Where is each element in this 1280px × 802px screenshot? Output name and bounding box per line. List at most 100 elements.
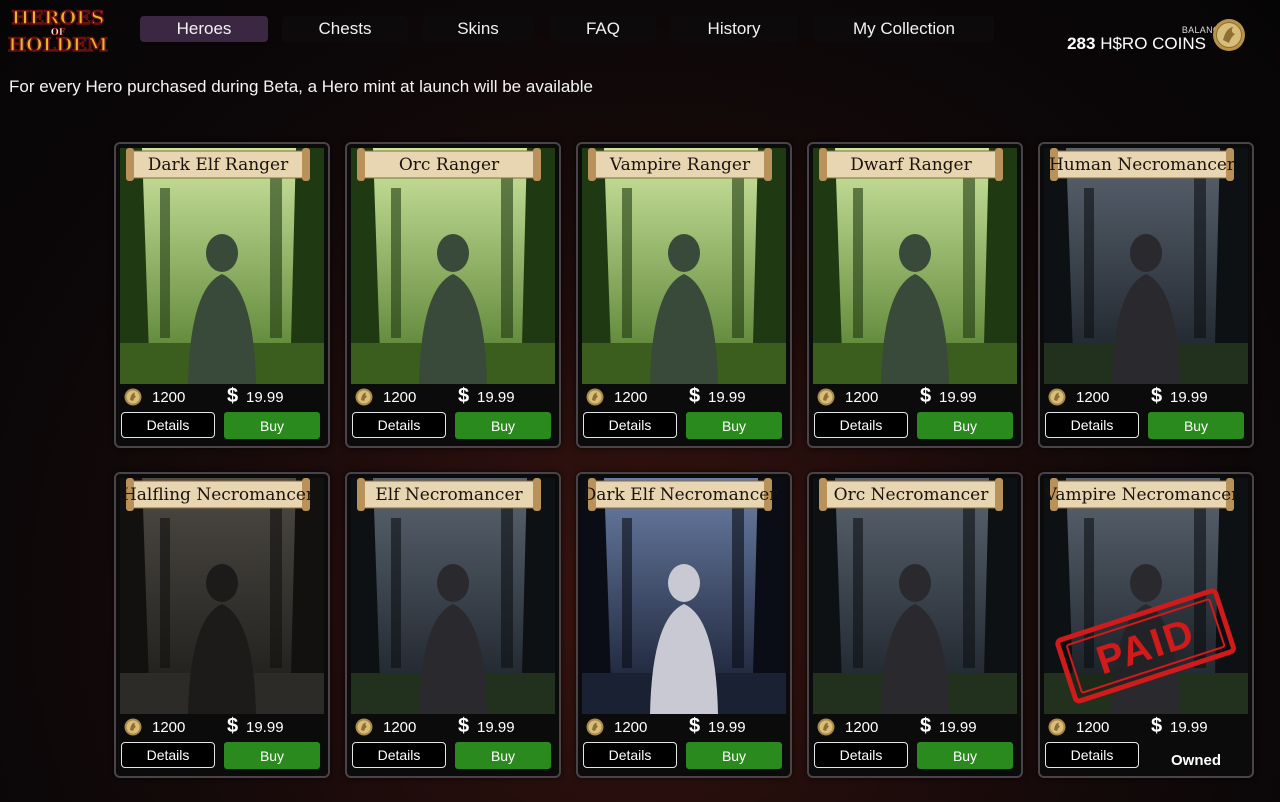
hero-name: Dark Elf Necromancer (582, 484, 778, 505)
tab-heroes[interactable]: Heroes (140, 16, 268, 42)
tab-skins[interactable]: Skins (423, 16, 533, 42)
hero-card: Vampire Ranger 1200 $ 19.99 Details Buy (576, 142, 792, 448)
hero-card: Dark Elf Ranger 1200 $ 19.99 Details Buy (114, 142, 330, 448)
details-button[interactable]: Details (121, 412, 215, 438)
dollar-icon: $ (1151, 715, 1163, 737)
buy-button[interactable]: Buy (224, 742, 320, 769)
coin-price: 1200 (152, 389, 186, 406)
details-button[interactable]: Details (583, 412, 677, 438)
usd-price: 19.99 (708, 389, 746, 406)
balance-value: 283 (1067, 34, 1096, 53)
buy-button[interactable]: Buy (917, 742, 1013, 769)
tab-my-collection[interactable]: My Collection (814, 16, 994, 42)
tab-faq[interactable]: FAQ (550, 16, 656, 42)
coin-icon (124, 388, 142, 406)
buy-button[interactable]: Buy (917, 412, 1013, 439)
usd-price: 19.99 (1170, 389, 1208, 406)
hero-name: Orc Ranger (398, 154, 500, 175)
hero-name: Dark Elf Ranger (147, 154, 289, 175)
hero-card: Elf Necromancer 1200 $ 19.99 Details Buy (345, 472, 561, 778)
hero-artwork (351, 148, 555, 384)
buy-button[interactable]: Buy (455, 742, 551, 769)
coin-price: 1200 (383, 389, 417, 406)
hero-name: Orc Necromancer (833, 484, 989, 505)
usd-price: 19.99 (477, 389, 515, 406)
logo-line3: HOLDEM (8, 34, 108, 56)
details-button[interactable]: Details (814, 412, 908, 438)
dollar-icon: $ (227, 385, 239, 407)
hero-name: Dwarf Ranger (850, 154, 972, 175)
details-button[interactable]: Details (1045, 742, 1139, 768)
coin-icon (1048, 388, 1066, 406)
hero-artwork (120, 478, 324, 714)
hero-card: Halfling Necromancer 1200 $ 19.99 Detail… (114, 472, 330, 778)
usd-price: 19.99 (477, 719, 515, 736)
price-row: 1200 $ 19.99 (116, 714, 328, 740)
coin-price: 1200 (845, 719, 879, 736)
hero-name-scroll: Dark Elf Ranger (126, 148, 310, 181)
coin-price: 1200 (383, 719, 417, 736)
buy-button[interactable]: Buy (1148, 412, 1244, 439)
hero-name-scroll: Orc Ranger (357, 148, 541, 181)
buy-button[interactable]: Buy (686, 412, 782, 439)
hero-card: Dark Elf Necromancer 1200 $ 19.99 Detail… (576, 472, 792, 778)
coin-icon (586, 388, 604, 406)
hero-name: Vampire Necromancer (1044, 484, 1240, 505)
details-button[interactable]: Details (583, 742, 677, 768)
hero-card: Orc Necromancer 1200 $ 19.99 Details Buy (807, 472, 1023, 778)
hero-coin-icon (1212, 18, 1246, 52)
price-row: 1200 $ 19.99 (809, 384, 1021, 410)
details-button[interactable]: Details (814, 742, 908, 768)
hero-artwork (582, 478, 786, 714)
coin-icon (355, 718, 373, 736)
usd-price: 19.99 (1170, 719, 1208, 736)
hero-name-scroll: Elf Necromancer (357, 478, 541, 511)
dollar-icon: $ (689, 715, 701, 737)
tab-chests[interactable]: Chests (282, 16, 408, 42)
price-row: 1200 $ 19.99 (1040, 714, 1252, 740)
heroes-of-holdem-logo[interactable]: HEROES OF HOLDEM (4, 4, 112, 57)
logo-line1: HEROES (12, 7, 105, 29)
price-row: 1200 $ 19.99 (347, 384, 559, 410)
price-row: 1200 $ 19.99 (116, 384, 328, 410)
hero-name-scroll: Dark Elf Necromancer (582, 478, 778, 511)
hero-artwork (813, 148, 1017, 384)
tab-history[interactable]: History (670, 16, 798, 42)
balance-currency: H$RO COINS (1100, 34, 1206, 53)
details-button[interactable]: Details (352, 742, 446, 768)
hero-card: Orc Ranger 1200 $ 19.99 Details Buy (345, 142, 561, 448)
coin-icon (586, 718, 604, 736)
price-row: 1200 $ 19.99 (347, 714, 559, 740)
coin-price: 1200 (845, 389, 879, 406)
details-button[interactable]: Details (352, 412, 446, 438)
details-button[interactable]: Details (1045, 412, 1139, 438)
hero-name-scroll: Orc Necromancer (819, 478, 1003, 511)
usd-price: 19.99 (939, 389, 977, 406)
usd-price: 19.99 (246, 389, 284, 406)
dollar-icon: $ (458, 715, 470, 737)
buy-button[interactable]: Buy (224, 412, 320, 439)
hero-artwork (351, 478, 555, 714)
details-button[interactable]: Details (121, 742, 215, 768)
dollar-icon: $ (689, 385, 701, 407)
hero-name-scroll: Dwarf Ranger (819, 148, 1003, 181)
hero-card: Vampire Necromancer PAID 1200 $ 19.99 De… (1038, 472, 1254, 778)
buy-button[interactable]: Buy (686, 742, 782, 769)
owned-label: Owned (1170, 751, 1221, 769)
hero-name: Halfling Necromancer (121, 484, 315, 505)
hero-artwork (120, 148, 324, 384)
dollar-icon: $ (920, 385, 932, 407)
beta-notice: For every Hero purchased during Beta, a … (9, 77, 593, 96)
hero-name: Elf Necromancer (375, 484, 523, 505)
coin-price: 1200 (614, 389, 648, 406)
hero-artwork (813, 478, 1017, 714)
hero-name-scroll: Human Necromancer (1049, 148, 1235, 181)
hero-card: Human Necromancer 1200 $ 19.99 Details B… (1038, 142, 1254, 448)
coin-icon (124, 718, 142, 736)
price-row: 1200 $ 19.99 (578, 384, 790, 410)
dollar-icon: $ (458, 385, 470, 407)
coin-icon (817, 718, 835, 736)
buy-button[interactable]: Buy (455, 412, 551, 439)
hero-artwork (1044, 148, 1248, 384)
hero-name-scroll: Halfling Necromancer (121, 478, 315, 511)
